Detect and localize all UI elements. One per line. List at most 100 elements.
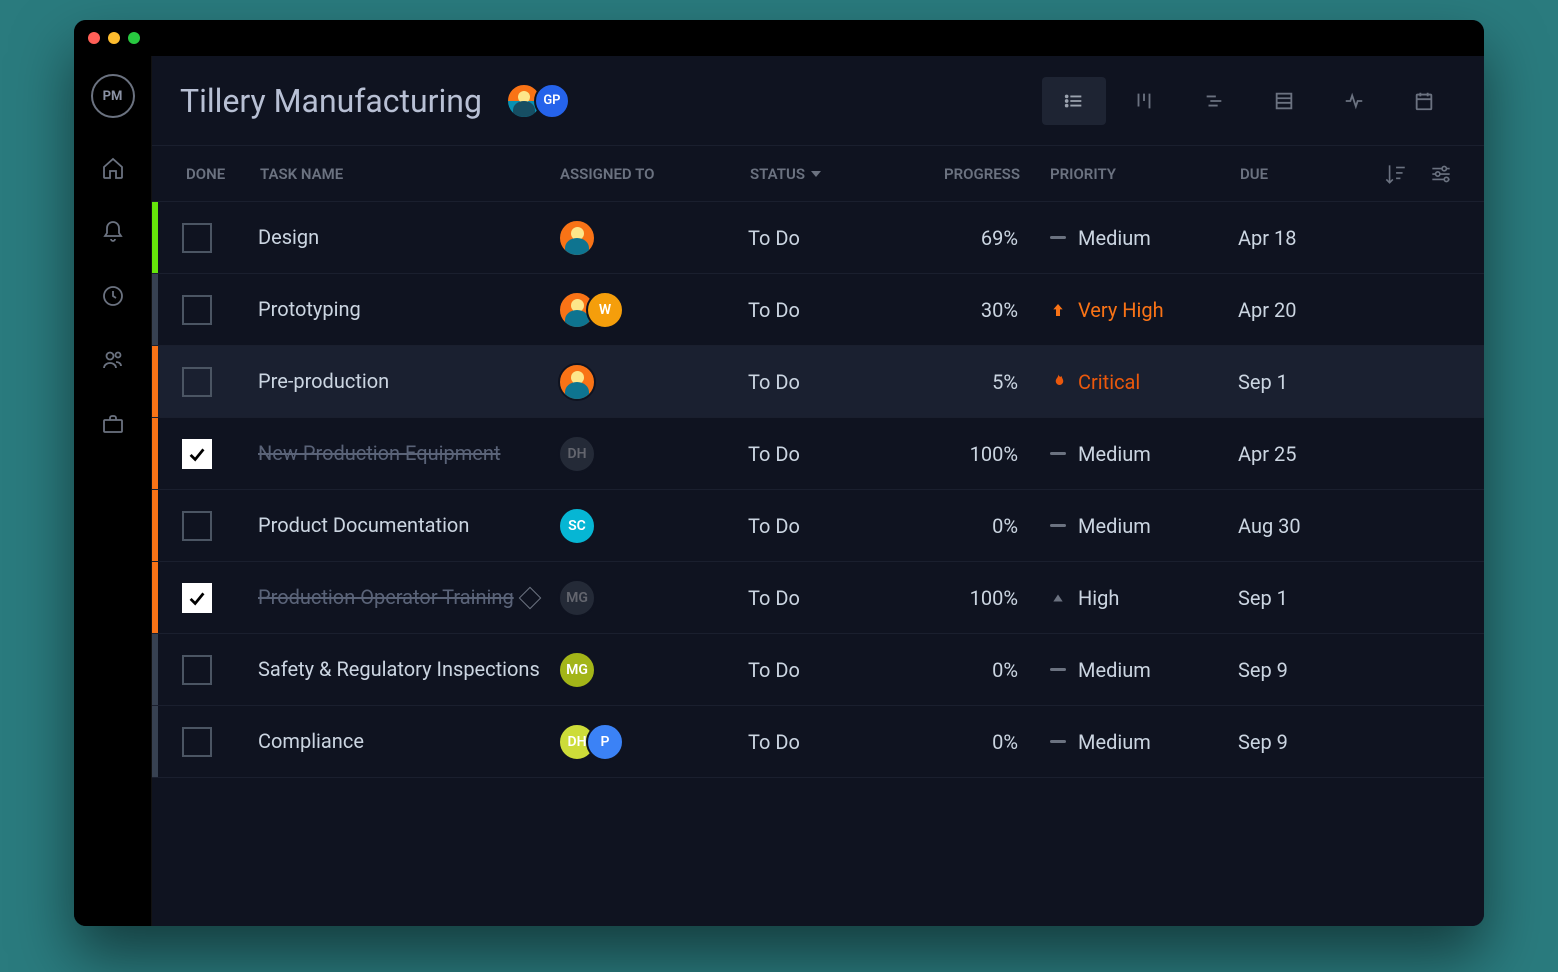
- app-logo[interactable]: PM: [91, 74, 135, 118]
- task-name[interactable]: Safety & Regulatory Inspections: [258, 657, 558, 682]
- task-row[interactable]: Production Operator TrainingMG To Do100%H…: [152, 562, 1484, 634]
- assignees[interactable]: W: [558, 291, 748, 329]
- col-header-done[interactable]: DONE: [160, 165, 260, 183]
- avatar[interactable]: [558, 363, 596, 401]
- briefcase-icon[interactable]: [99, 410, 127, 438]
- avatar[interactable]: [558, 219, 596, 257]
- done-checkbox[interactable]: [182, 727, 212, 757]
- assignees[interactable]: DHP: [558, 723, 748, 761]
- avatar[interactable]: W: [586, 291, 624, 329]
- assignees[interactable]: MG: [558, 579, 748, 617]
- due-cell[interactable]: Apr 20: [1238, 298, 1378, 322]
- done-checkbox[interactable]: [182, 655, 212, 685]
- col-header-due[interactable]: DUE: [1240, 165, 1380, 183]
- due-cell[interactable]: Apr 18: [1238, 226, 1378, 250]
- progress-cell[interactable]: 100%: [908, 442, 1048, 466]
- progress-cell[interactable]: 100%: [908, 586, 1048, 610]
- avatar[interactable]: P: [586, 723, 624, 761]
- progress-cell[interactable]: 5%: [908, 370, 1048, 394]
- task-name[interactable]: Compliance: [258, 729, 558, 754]
- col-header-assigned[interactable]: ASSIGNED TO: [560, 165, 750, 183]
- people-icon[interactable]: [99, 346, 127, 374]
- progress-cell[interactable]: 0%: [908, 514, 1048, 538]
- bell-icon[interactable]: [99, 218, 127, 246]
- task-row[interactable]: Prototyping W To Do30%Very HighApr 20: [152, 274, 1484, 346]
- progress-cell[interactable]: 0%: [908, 658, 1048, 682]
- done-checkbox[interactable]: [182, 223, 212, 253]
- view-tab-list[interactable]: [1042, 77, 1106, 125]
- view-tab-kanban[interactable]: [1112, 77, 1176, 125]
- filter-icon[interactable]: [1426, 159, 1456, 189]
- window-maximize-button[interactable]: [128, 32, 140, 44]
- priority-cell[interactable]: Medium: [1048, 730, 1238, 754]
- avatar[interactable]: MG: [558, 579, 596, 617]
- status-cell[interactable]: To Do: [748, 298, 908, 322]
- priority-cell[interactable]: Critical: [1048, 370, 1238, 394]
- status-cell[interactable]: To Do: [748, 730, 908, 754]
- task-name[interactable]: Design: [258, 225, 558, 250]
- status-cell[interactable]: To Do: [748, 442, 908, 466]
- done-checkbox[interactable]: [182, 367, 212, 397]
- col-header-progress[interactable]: PROGRESS: [910, 165, 1050, 183]
- view-tab-calendar[interactable]: [1392, 77, 1456, 125]
- task-row[interactable]: Design To Do69%MediumApr 18: [152, 202, 1484, 274]
- task-row[interactable]: Pre-production To Do5%CriticalSep 1: [152, 346, 1484, 418]
- progress-cell[interactable]: 0%: [908, 730, 1048, 754]
- task-name[interactable]: New Production Equipment: [258, 441, 558, 466]
- status-cell[interactable]: To Do: [748, 658, 908, 682]
- avatar[interactable]: SC: [558, 507, 596, 545]
- avatar[interactable]: DH: [558, 435, 596, 473]
- task-name[interactable]: Prototyping: [258, 297, 558, 322]
- caret-down-icon: [811, 171, 821, 177]
- priority-cell[interactable]: Medium: [1048, 658, 1238, 682]
- priority-cell[interactable]: Very High: [1048, 298, 1238, 322]
- assignees[interactable]: MG: [558, 651, 748, 689]
- avatar[interactable]: MG: [558, 651, 596, 689]
- view-tab-activity[interactable]: [1322, 77, 1386, 125]
- view-tab-gantt[interactable]: [1182, 77, 1246, 125]
- status-cell[interactable]: To Do: [748, 586, 908, 610]
- done-checkbox[interactable]: [182, 511, 212, 541]
- col-header-priority[interactable]: PRIORITY: [1050, 165, 1240, 183]
- task-name[interactable]: Product Documentation: [258, 513, 558, 538]
- home-icon[interactable]: [99, 154, 127, 182]
- task-row[interactable]: Safety & Regulatory InspectionsMG To Do0%…: [152, 634, 1484, 706]
- col-header-task[interactable]: TASK NAME: [260, 165, 560, 183]
- priority-cell[interactable]: High: [1048, 586, 1238, 610]
- window-close-button[interactable]: [88, 32, 100, 44]
- sort-icon[interactable]: [1380, 159, 1410, 189]
- priority-cell[interactable]: Medium: [1048, 514, 1238, 538]
- status-cell[interactable]: To Do: [748, 226, 908, 250]
- project-members[interactable]: GP: [506, 83, 570, 119]
- assignees[interactable]: [558, 363, 748, 401]
- status-cell[interactable]: To Do: [748, 370, 908, 394]
- due-cell[interactable]: Sep 1: [1238, 370, 1378, 394]
- due-cell[interactable]: Aug 30: [1238, 514, 1378, 538]
- task-row[interactable]: Product DocumentationSC To Do0%MediumAug …: [152, 490, 1484, 562]
- view-tab-sheet[interactable]: [1252, 77, 1316, 125]
- due-cell[interactable]: Sep 9: [1238, 658, 1378, 682]
- done-checkbox[interactable]: [182, 439, 212, 469]
- window-minimize-button[interactable]: [108, 32, 120, 44]
- due-cell[interactable]: Apr 25: [1238, 442, 1378, 466]
- due-cell[interactable]: Sep 9: [1238, 730, 1378, 754]
- done-checkbox[interactable]: [182, 583, 212, 613]
- assignees[interactable]: DH: [558, 435, 748, 473]
- assignees[interactable]: SC: [558, 507, 748, 545]
- clock-icon[interactable]: [99, 282, 127, 310]
- task-row[interactable]: New Production EquipmentDH To Do100%Mediu…: [152, 418, 1484, 490]
- due-cell[interactable]: Sep 1: [1238, 586, 1378, 610]
- priority-cell[interactable]: Medium: [1048, 226, 1238, 250]
- status-cell[interactable]: To Do: [748, 514, 908, 538]
- progress-cell[interactable]: 30%: [908, 298, 1048, 322]
- task-row[interactable]: ComplianceDHPTo Do0%MediumSep 9: [152, 706, 1484, 778]
- progress-cell[interactable]: 69%: [908, 226, 1048, 250]
- priority-medium-icon: [1048, 660, 1068, 680]
- col-header-status[interactable]: STATUS: [750, 165, 910, 183]
- priority-cell[interactable]: Medium: [1048, 442, 1238, 466]
- task-name[interactable]: Production Operator Training: [258, 585, 558, 610]
- avatar[interactable]: GP: [534, 83, 570, 119]
- done-checkbox[interactable]: [182, 295, 212, 325]
- task-name[interactable]: Pre-production: [258, 369, 558, 394]
- assignees[interactable]: [558, 219, 748, 257]
